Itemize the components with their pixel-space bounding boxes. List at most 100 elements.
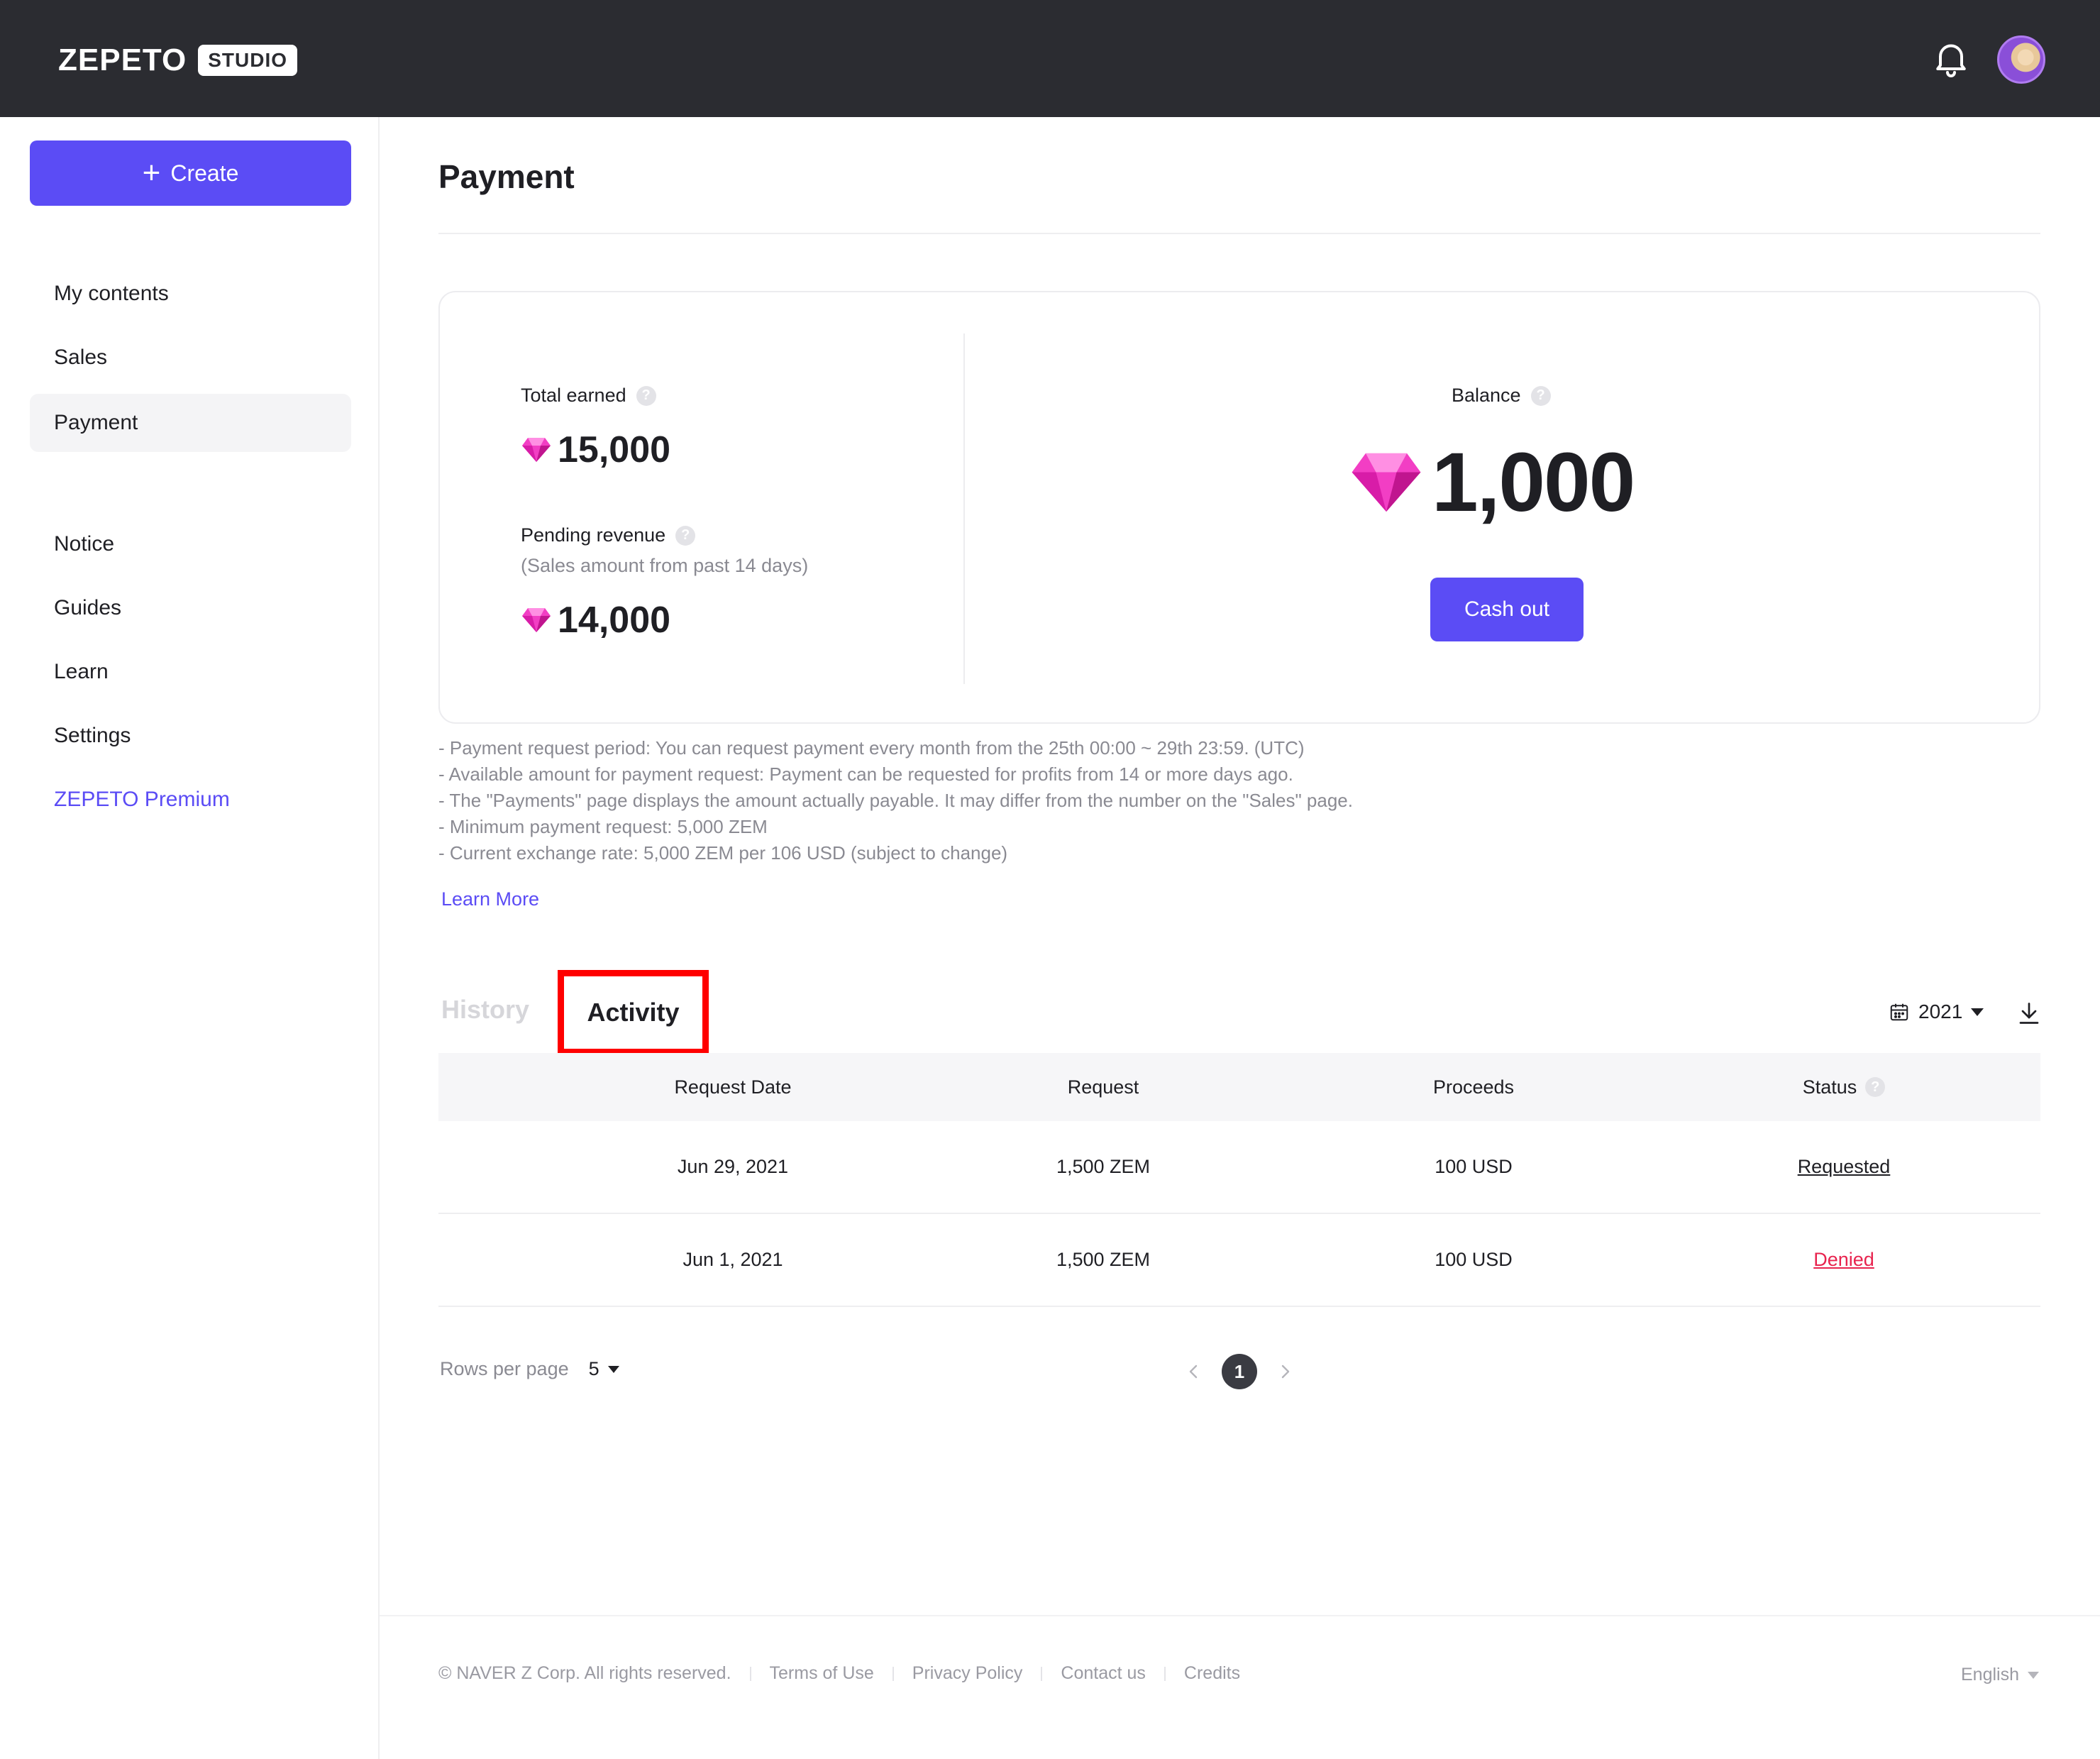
footer-copyright: © NAVER Z Corp. All rights reserved.: [438, 1663, 731, 1683]
tab-history[interactable]: History: [441, 995, 529, 1025]
header-proceeds: Proceeds: [1432, 1076, 1515, 1098]
year-filter-select[interactable]: 2021: [1889, 1000, 1984, 1023]
tab-activity[interactable]: Activity: [558, 970, 709, 1055]
bell-icon[interactable]: [1930, 37, 1972, 79]
footer-divider: [380, 1615, 2100, 1616]
footer-link-credits[interactable]: Credits: [1184, 1663, 1240, 1684]
sidebar-item-learn[interactable]: Learn: [30, 643, 351, 701]
status-denied-link[interactable]: Denied: [1813, 1249, 1874, 1271]
table-header: Request Date Request Proceeds Status ?: [438, 1053, 2040, 1121]
note-line: - Current exchange rate: 5,000 ZEM per 1…: [438, 842, 1008, 864]
rows-per-page-select[interactable]: 5: [589, 1358, 619, 1380]
total-earned-value-row: 15,000: [521, 429, 670, 471]
balance-label-row: Balance ?: [1452, 385, 1551, 407]
pending-revenue-label: Pending revenue: [521, 524, 666, 546]
cell-request-date: Jun 29, 2021: [677, 1156, 789, 1177]
cell-proceeds: 100 USD: [1435, 1156, 1513, 1177]
table-row: Jun 29, 2021 1,500 ZEM 100 USD Requested: [438, 1121, 2040, 1214]
total-earned-value: 15,000: [558, 429, 671, 470]
header-request-date: Request Date: [674, 1076, 792, 1098]
top-header: ZEPETO STUDIO: [0, 0, 2100, 117]
learn-more-link[interactable]: Learn More: [441, 888, 539, 910]
pending-revenue-subtext: (Sales amount from past 14 days): [521, 555, 809, 576]
cell-request-date: Jun 1, 2021: [682, 1249, 783, 1270]
gem-icon: [1352, 453, 1421, 512]
rows-per-page-value: 5: [588, 1358, 599, 1379]
sidebar-item-settings[interactable]: Settings: [30, 707, 351, 765]
gem-icon: [522, 608, 551, 632]
create-button[interactable]: + Create: [30, 140, 351, 206]
title-divider: [438, 233, 2040, 234]
note-line: - The "Payments" page displays the amoun…: [438, 790, 1353, 811]
header-status: Status ?: [1659, 1076, 2029, 1098]
sidebar-item-payment[interactable]: Payment: [30, 394, 351, 452]
gem-icon: [522, 438, 551, 462]
chevron-down-icon: [2028, 1671, 2039, 1679]
chevron-down-icon: [607, 1365, 619, 1373]
footer-separator: [1041, 1666, 1043, 1681]
help-icon[interactable]: ?: [675, 525, 696, 546]
help-icon[interactable]: ?: [636, 385, 656, 406]
activity-table: Request Date Request Proceeds Status ? J…: [438, 1053, 2040, 1307]
note-line: - Available amount for payment request: …: [438, 763, 1293, 785]
pending-revenue-value-row: 14,000: [521, 599, 670, 641]
footer-link-terms[interactable]: Terms of Use: [770, 1663, 874, 1684]
tab-activity-label: Activity: [587, 998, 680, 1027]
total-earned-label: Total earned: [521, 385, 626, 406]
footer-separator: [749, 1666, 751, 1681]
sidebar-item-sales[interactable]: Sales: [30, 329, 351, 387]
zepeto-studio-logo[interactable]: ZEPETO STUDIO: [58, 43, 298, 78]
balance-value: 1,000: [1432, 436, 1635, 529]
download-icon[interactable]: [2016, 1000, 2042, 1026]
table-row: Jun 1, 2021 1,500 ZEM 100 USD Denied: [438, 1214, 2040, 1307]
logo-badge: STUDIO: [198, 45, 298, 76]
cell-request: 1,500 ZEM: [1056, 1156, 1151, 1177]
help-icon[interactable]: ?: [1530, 385, 1551, 406]
cell-status: Denied: [1659, 1249, 2029, 1271]
balance-label: Balance: [1452, 385, 1521, 406]
rows-per-page: Rows per page 5: [440, 1358, 619, 1380]
header-status-label: Status: [1802, 1076, 1857, 1098]
pending-revenue-label-row: Pending revenue ?: [521, 524, 696, 546]
balance-value-row: 1,000: [1348, 434, 1635, 531]
footer-link-privacy[interactable]: Privacy Policy: [912, 1663, 1023, 1684]
card-divider: [963, 333, 965, 684]
pending-revenue-value: 14,000: [558, 600, 671, 641]
sidebar-item-my-contents[interactable]: My contents: [30, 265, 351, 323]
footer-separator: [892, 1666, 894, 1681]
page-title: Payment: [438, 158, 575, 195]
page-number-current[interactable]: 1: [1222, 1354, 1257, 1389]
footer-separator: [1164, 1666, 1166, 1681]
total-earned-label-row: Total earned ?: [521, 385, 656, 407]
sidebar-item-notice[interactable]: Notice: [30, 515, 351, 573]
create-label: Create: [170, 160, 239, 186]
help-icon[interactable]: ?: [1865, 1077, 1886, 1097]
calendar-icon: [1890, 1003, 1908, 1021]
footer: © NAVER Z Corp. All rights reserved. Ter…: [438, 1663, 1240, 1684]
plus-icon: +: [142, 155, 161, 190]
rows-per-page-label: Rows per page: [440, 1358, 569, 1379]
avatar[interactable]: [1997, 35, 2045, 84]
sidebar-item-guides[interactable]: Guides: [30, 579, 351, 637]
cell-status: Requested: [1659, 1156, 2029, 1178]
cash-out-button[interactable]: Cash out: [1430, 578, 1584, 641]
note-line: - Payment request period: You can reques…: [438, 737, 1305, 759]
pagination: 1: [1186, 1354, 1293, 1389]
payment-summary-card: Total earned ? 15,000 Pending revenue ? …: [438, 291, 2040, 724]
sidebar-item-zepeto-premium[interactable]: ZEPETO Premium: [30, 771, 351, 829]
cell-proceeds: 100 USD: [1435, 1249, 1513, 1270]
language-select[interactable]: English: [1961, 1665, 2039, 1685]
year-value: 2021: [1918, 1000, 1963, 1022]
chevron-left-icon[interactable]: [1186, 1362, 1200, 1382]
logo-text: ZEPETO: [58, 43, 187, 77]
note-line: - Minimum payment request: 5,000 ZEM: [438, 816, 768, 837]
payment-notes: - Payment request period: You can reques…: [438, 735, 1353, 866]
status-requested-link[interactable]: Requested: [1798, 1156, 1891, 1178]
chevron-down-icon: [1971, 1008, 1984, 1016]
footer-link-contact[interactable]: Contact us: [1061, 1663, 1146, 1684]
header-request: Request: [1067, 1076, 1139, 1098]
sidebar: + Create My contents Sales Payment Notic…: [0, 117, 380, 1759]
cell-request: 1,500 ZEM: [1056, 1249, 1151, 1270]
chevron-right-icon[interactable]: [1278, 1362, 1293, 1382]
language-value: English: [1961, 1665, 2019, 1684]
